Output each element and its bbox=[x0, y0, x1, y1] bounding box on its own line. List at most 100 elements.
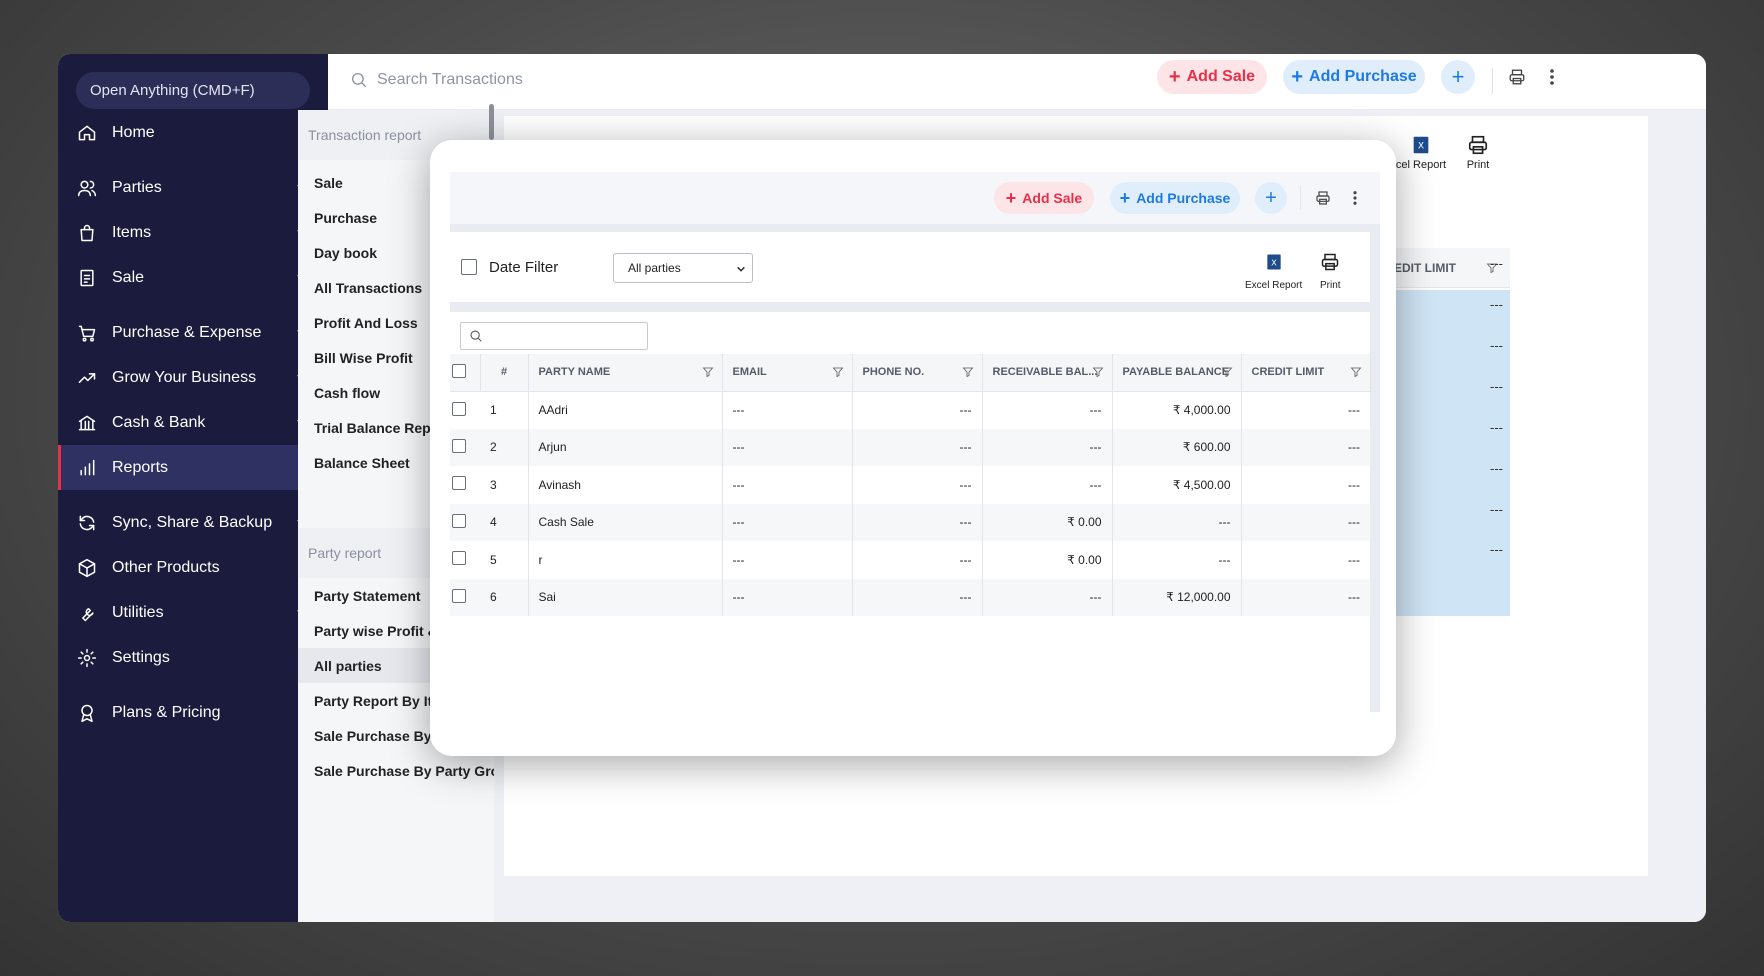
row-checkbox[interactable] bbox=[452, 476, 466, 491]
table-row[interactable]: 3 Avinash --- --- --- ₹ 4,500.00 --- bbox=[450, 466, 1370, 504]
email-cell: --- bbox=[722, 503, 853, 541]
modal-quick-add-button[interactable]: + bbox=[1255, 182, 1287, 214]
parties-table: # PARTY NAME EMAIL PHONE NO. RECEIVABLE BAL.… bbox=[450, 354, 1371, 616]
table-search-input[interactable] bbox=[460, 322, 648, 350]
sidebar-item-sale[interactable]: Sale bbox=[58, 255, 328, 300]
column-header-party-name[interactable]: PARTY NAME bbox=[528, 354, 723, 392]
sidebar-item-parties[interactable]: Parties bbox=[58, 165, 328, 210]
svg-text:X: X bbox=[1418, 141, 1424, 152]
column-header-email[interactable]: EMAIL bbox=[722, 354, 853, 392]
row-select-cell bbox=[450, 391, 480, 429]
party-select[interactable]: All parties bbox=[613, 253, 753, 283]
plus-icon: + bbox=[1451, 64, 1465, 89]
add-purchase-button[interactable]: + Add Purchase bbox=[1283, 60, 1425, 94]
bg-excel-tool[interactable]: X cel Report bbox=[1386, 134, 1456, 171]
filter-icon[interactable] bbox=[1221, 366, 1233, 381]
cart-icon bbox=[76, 322, 98, 344]
bg-cell-value: --- bbox=[1490, 420, 1503, 435]
sidebar-item-purchase-expense[interactable]: Purchase & Expense bbox=[58, 310, 328, 355]
payable-balance-cell: ₹ 4,000.00 bbox=[1112, 391, 1242, 429]
row-checkbox[interactable] bbox=[452, 588, 466, 603]
sidebar-item-plans-pricing[interactable]: Plans & Pricing bbox=[58, 690, 328, 735]
users-icon bbox=[76, 177, 98, 199]
sidebar-item-other-products[interactable]: Other Products bbox=[58, 545, 328, 590]
row-checkbox[interactable] bbox=[452, 513, 466, 528]
modal-add-purchase-button[interactable]: + Add Purchase bbox=[1110, 182, 1240, 214]
bg-cell-value: --- bbox=[1490, 256, 1503, 271]
sidebar-item-label: Utilities bbox=[112, 603, 164, 621]
sidebar-item-items[interactable]: Items bbox=[58, 210, 328, 255]
excel-report-button[interactable]: X Excel Report bbox=[1245, 252, 1302, 291]
plus-icon: + bbox=[1265, 186, 1277, 209]
date-filter-checkbox[interactable] bbox=[461, 259, 477, 275]
filter-icon[interactable] bbox=[702, 366, 714, 381]
modal-more-options-button[interactable] bbox=[1346, 187, 1364, 209]
modal-print-icon-button[interactable] bbox=[1312, 187, 1334, 209]
row-select-cell bbox=[450, 503, 480, 541]
add-sale-label: Add Sale bbox=[1186, 68, 1256, 85]
sidebar-item-settings[interactable]: Settings bbox=[58, 635, 328, 680]
party-name-cell: r bbox=[528, 541, 723, 579]
print-report-button[interactable]: Print bbox=[1320, 252, 1341, 291]
add-sale-button[interactable]: + Add Sale bbox=[1157, 60, 1267, 94]
report-item-label: Party Statement bbox=[314, 587, 421, 604]
email-cell: --- bbox=[722, 428, 853, 466]
bg-cell-value: --- bbox=[1490, 542, 1503, 557]
payable-balance-cell: --- bbox=[1112, 503, 1242, 541]
party-name-cell: Avinash bbox=[528, 466, 723, 504]
gear-icon bbox=[76, 647, 98, 669]
payable-balance-cell: ₹ 4,500.00 bbox=[1112, 466, 1242, 504]
column-header-credit-limit[interactable]: CREDIT LIMIT bbox=[1241, 354, 1371, 392]
sidebar-item-grow-your-business[interactable]: Grow Your Business bbox=[58, 355, 328, 400]
credit-limit-cell: --- bbox=[1241, 578, 1370, 616]
table-row[interactable]: 6 Sai --- --- --- ₹ 12,000.00 --- bbox=[450, 578, 1370, 616]
filter-icon[interactable] bbox=[832, 366, 844, 381]
report-item-sale-purchase-by-party-group[interactable]: Sale Purchase By Party Group bbox=[298, 754, 494, 789]
credit-limit-cell: --- bbox=[1348, 552, 1360, 567]
select-all-checkbox[interactable] bbox=[452, 363, 466, 378]
row-number: 1 bbox=[480, 391, 529, 429]
box-icon bbox=[76, 557, 98, 579]
row-number: 6 bbox=[480, 578, 529, 616]
print-button[interactable] bbox=[1506, 66, 1528, 88]
modal-toolbar-divider bbox=[1300, 186, 1301, 210]
report-item-label: Profit And Loss bbox=[314, 314, 418, 331]
column-header-receivable-bal[interactable]: RECEIVABLE BAL... bbox=[982, 354, 1113, 392]
bg-credit-header: EDIT LIMIT bbox=[1394, 261, 1456, 275]
modal-add-sale-button[interactable]: + Add Sale bbox=[994, 182, 1094, 214]
sidebar-item-utilities[interactable]: Utilities bbox=[58, 590, 328, 635]
row-checkbox[interactable] bbox=[452, 551, 466, 566]
home-icon bbox=[76, 122, 98, 144]
filter-icon[interactable] bbox=[962, 366, 974, 381]
bg-print-tool[interactable]: Print bbox=[1458, 134, 1498, 171]
column-header-number[interactable]: # bbox=[480, 354, 529, 392]
table-row[interactable]: 4 Cash Sale --- --- ₹ 0.00 --- --- bbox=[450, 503, 1370, 541]
search-transactions[interactable]: Search Transactions bbox=[350, 71, 523, 89]
quick-add-button[interactable]: + bbox=[1441, 60, 1475, 94]
filter-icon[interactable] bbox=[1350, 366, 1362, 381]
row-checkbox[interactable] bbox=[452, 401, 466, 416]
sidebar-item-home[interactable]: Home bbox=[58, 110, 328, 155]
email-cell: --- bbox=[722, 391, 853, 429]
sidebar-item-sync-share-backup[interactable]: Sync, Share & Backup bbox=[58, 500, 328, 545]
sidebar-item-label: Items bbox=[112, 223, 152, 241]
table-row[interactable]: 5 r --- --- ₹ 0.00 --- --- bbox=[450, 541, 1370, 579]
chevron-down-icon bbox=[736, 263, 746, 277]
receivable-balance-cell: ₹ 0.00 bbox=[982, 541, 1113, 579]
plus-icon: + bbox=[1005, 187, 1017, 208]
row-checkbox[interactable] bbox=[452, 438, 466, 453]
email-cell: --- bbox=[722, 578, 853, 616]
column-header-phone-no[interactable]: PHONE NO. bbox=[852, 354, 983, 392]
sidebar-item-reports[interactable]: Reports bbox=[58, 445, 328, 490]
filter-icon[interactable] bbox=[1092, 366, 1104, 381]
table-row[interactable]: 2 Arjun --- --- --- ₹ 600.00 --- bbox=[450, 428, 1370, 466]
sidebar-item-cash-bank[interactable]: Cash & Bank bbox=[58, 400, 328, 445]
column-header-payable-balance[interactable]: PAYABLE BALANCE bbox=[1112, 354, 1242, 392]
modal-band-2 bbox=[450, 302, 1380, 312]
wrench-icon bbox=[76, 602, 98, 624]
open-anything-search[interactable]: Open Anything (CMD+F) bbox=[76, 72, 310, 109]
row-number: 5 bbox=[480, 541, 529, 579]
table-row[interactable]: 1 AAdri --- --- --- ₹ 4,000.00 --- bbox=[450, 391, 1370, 429]
more-options-button[interactable] bbox=[1542, 66, 1562, 88]
report-menu-scrollbar[interactable] bbox=[489, 104, 494, 140]
